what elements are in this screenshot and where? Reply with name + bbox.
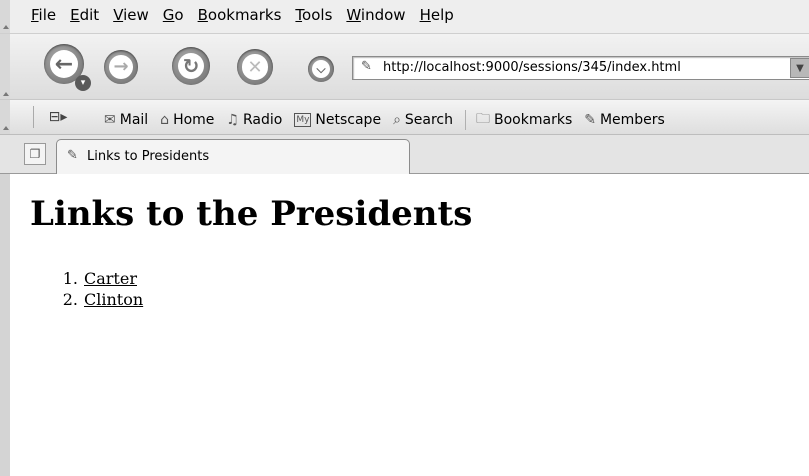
reload-button[interactable]: ↻ <box>172 47 210 85</box>
stop-button[interactable]: ✕ <box>237 49 273 85</box>
menu-list: File Edit View Go Bookmarks Tools Window… <box>31 6 468 24</box>
tabs-dropdown-button[interactable]: ⊟▸ <box>33 106 82 128</box>
new-tab-button[interactable]: ❐ <box>24 143 46 165</box>
toolbar-grippy[interactable] <box>0 34 10 100</box>
tab-strip: ❐ ✎ Links to Presidents <box>0 135 809 174</box>
menu-bar: File Edit View Go Bookmarks Tools Window… <box>0 0 809 33</box>
url-history-dropdown[interactable]: ▼ <box>790 58 809 78</box>
bookmark-icon: ✎ <box>67 148 78 163</box>
bookmarks-folder-icon: 🗀 <box>476 111 491 127</box>
back-history-dropdown[interactable]: ▾ <box>75 75 91 91</box>
menu-go[interactable]: Go <box>163 6 184 24</box>
menu-bookmarks[interactable]: Bookmarks <box>198 6 282 24</box>
bookmark-icon: ✎ <box>584 112 596 128</box>
radio-icon: ♫ <box>226 112 239 128</box>
stop-icon: ✕ <box>242 54 268 80</box>
my-netscape-icon: My <box>294 113 312 127</box>
menu-file[interactable]: File <box>31 6 56 24</box>
toolbar-link-members[interactable]: ✎ Members <box>584 112 665 128</box>
link-clinton[interactable]: Clinton <box>84 290 143 309</box>
page-heading: Links to the Presidents <box>30 194 473 234</box>
new-tab-icon: ❐ <box>29 147 41 161</box>
back-arrow-icon: ← <box>50 50 78 78</box>
tab-title: Links to Presidents <box>87 149 210 164</box>
personal-toolbar: ⊟▸ ✉ Mail ⌂ Home ♫ Radio My Netscape ⌕ S… <box>0 99 809 135</box>
toolbar-grippy[interactable] <box>0 100 10 134</box>
toolbar-link-bookmarks[interactable]: 🗀 Bookmarks <box>476 108 572 132</box>
forward-button[interactable]: → <box>104 50 138 84</box>
list-number: 1. <box>62 269 78 288</box>
url-text: http://localhost:9000/sessions/345/index… <box>383 60 681 75</box>
mail-icon: ✉ <box>104 112 116 128</box>
president-link-list: 1. Carter 2. Clinton <box>28 268 143 310</box>
personal-toolbar-items: ✉ Mail ⌂ Home ♫ Radio My Netscape ⌕ Sear… <box>104 108 677 132</box>
tab-window-icon: ⊟▸ <box>48 109 68 125</box>
search-icon: ⌕ <box>393 112 401 128</box>
toolbar-link-radio[interactable]: ♫ Radio <box>226 112 282 128</box>
forward-arrow-icon: → <box>109 55 133 79</box>
toolbar-separator <box>465 110 467 130</box>
list-item: 1. Carter <box>28 268 143 289</box>
list-number: 2. <box>62 290 78 309</box>
home-icon: ⌂ <box>160 112 170 128</box>
toolbar-link-netscape[interactable]: My Netscape <box>294 112 381 128</box>
menu-view[interactable]: View <box>113 6 149 24</box>
list-item: 2. Clinton <box>28 289 143 310</box>
navigation-toolbar: ← ▾ → ↻ ✕ ⌵ ✎ http://localhost:9000/sess… <box>0 33 809 100</box>
go-button[interactable]: ⌵ <box>308 56 334 82</box>
toolbar-grippy[interactable] <box>0 0 10 33</box>
menu-tools[interactable]: Tools <box>295 6 332 24</box>
bookmark-icon: ✎ <box>361 59 372 74</box>
tab-active[interactable]: ✎ Links to Presidents <box>56 139 410 174</box>
url-input[interactable]: ✎ http://localhost:9000/sessions/345/ind… <box>352 56 809 80</box>
chevron-down-icon: ⌵ <box>311 59 331 79</box>
toolbar-link-search[interactable]: ⌕ Search <box>393 112 453 128</box>
menu-window[interactable]: Window <box>346 6 405 24</box>
reload-icon: ↻ <box>177 52 205 80</box>
menu-edit[interactable]: Edit <box>70 6 99 24</box>
toolbar-link-mail[interactable]: ✉ Mail <box>104 112 148 128</box>
page-content: Links to the Presidents 1. Carter 2. Clint… <box>0 174 809 476</box>
link-carter[interactable]: Carter <box>84 269 137 288</box>
toolbar-link-home[interactable]: ⌂ Home <box>160 112 214 128</box>
menu-help[interactable]: Help <box>420 6 454 24</box>
